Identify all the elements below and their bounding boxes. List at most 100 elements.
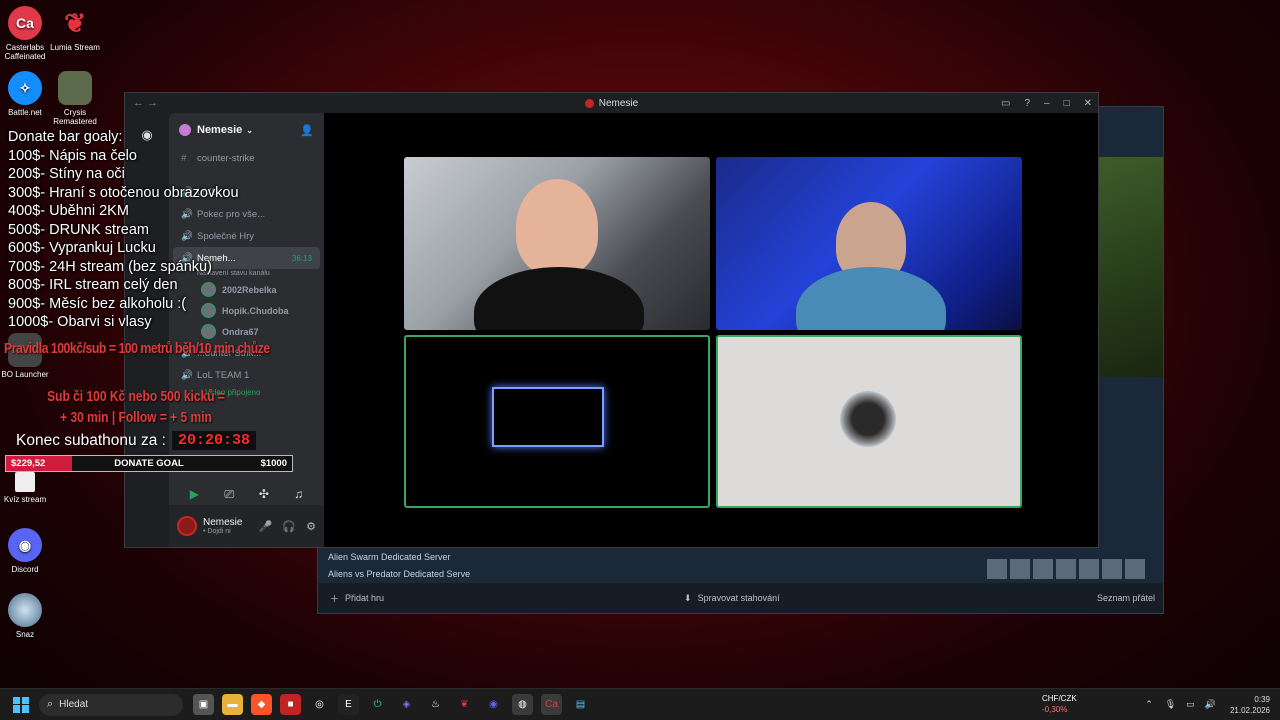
avatar[interactable] [1033,559,1053,579]
microphone-icon[interactable]: 🎤 [259,520,273,533]
discord-icon[interactable]: ◉ [483,694,504,715]
clock-date: 21.02.2026 [1229,705,1270,715]
brave-icon[interactable]: ◆ [251,694,272,715]
steam-game-art [1099,157,1163,377]
epic-icon[interactable]: E [338,694,359,715]
stock-widget[interactable]: CHF/CZK -0,30% [1042,693,1077,715]
avatar[interactable] [987,559,1007,579]
overlay-rules: Pravidla 100kč/sub = 100 metrů běh/10 mi… [4,340,270,357]
microphone-icon[interactable]: 🎙 [1165,699,1176,710]
desktop-icon-label: Discord [11,565,39,574]
battlenet-icon: ✧ [8,71,42,105]
avatar[interactable] [1079,559,1099,579]
subathon-countdown: Konec subathonu za : 20:20:38 [16,431,256,450]
donate-goals-overlay: Donate bar goaly: 100$- Nápis na čelo 20… [8,128,239,332]
avatar[interactable] [1102,559,1122,579]
desktop-icon-kviz[interactable]: Kvíz stream [0,472,55,504]
inbox-icon[interactable]: ▭ [1001,98,1010,109]
desktop-icon-label: Lumia Stream [50,43,100,52]
obs-icon[interactable]: ◍ [512,694,533,715]
video-tile[interactable] [716,335,1022,508]
clock[interactable]: 0:39 21.02.2026 [1230,694,1270,716]
lumia-icon: ❦ [64,7,86,38]
download-icon: ⬇ [684,592,692,603]
channel-lol-team[interactable]: 🔊 LoL TEAM 1 [169,364,324,386]
casterlabs-icon: Ca [8,6,42,40]
sub-rule-line: + 30 min | Follow = + 5 min [60,409,212,426]
gear-icon[interactable]: ⚙ [306,520,316,533]
avatar[interactable] [1010,559,1030,579]
manage-downloads-button[interactable]: Spravovat stahování [698,593,780,603]
app-icon[interactable]: ◈ [396,694,417,715]
desktop-icon-discord[interactable]: ◉ Discord [0,528,55,574]
participant-video [516,179,598,275]
goal-item: 600$- Vyprankuj Lucku [8,240,156,256]
discord-titlebar: ← → Nemesie ▭ ? – □ ✕ [125,93,1098,113]
volume-icon[interactable]: 🔊 [1205,699,1216,710]
goal-item: 500$- DRUNK stream [8,221,150,238]
avatar[interactable] [1056,559,1076,579]
camera-icon[interactable]: ▶ [180,483,208,505]
maximize-icon[interactable]: □ [1064,98,1070,109]
avatar[interactable] [1125,559,1145,579]
power-icon[interactable]: ⏻ [367,694,388,715]
headphones-icon[interactable]: 🎧 [282,520,296,533]
activities-icon[interactable]: ✣ [250,483,278,505]
goal-item: 900$- Měsíc bez alkoholu :( [8,295,187,312]
steam-icon[interactable]: ♨ [425,694,446,715]
app-icon[interactable]: ■ [280,694,301,715]
avatar[interactable] [177,516,197,536]
steam-game-list: Alien Swarm Dedicated Server Aliens vs P… [328,549,498,583]
add-member-icon[interactable]: 👤 [300,124,314,137]
video-tile[interactable] [404,335,710,508]
ticker-pair: CHF/CZK [1042,694,1077,703]
server-avatar-icon [584,98,594,108]
taskbar-search[interactable]: ⌕ Hledat [39,693,183,716]
file-explorer-icon[interactable]: ▬ [222,694,243,715]
back-forward-icon[interactable]: ← → [133,97,158,109]
minimize-icon[interactable]: – [1044,98,1050,109]
ticker-change: -0,30% [1042,705,1068,714]
screenshare-icon[interactable]: ⎚ [215,483,243,505]
goal-item: 400$- Uběhni 2KM [8,203,129,219]
notepad-icon[interactable]: ▤ [570,694,591,715]
participant-video-body [796,267,946,330]
network-icon[interactable]: ▭ [1186,699,1195,710]
friends-list-button[interactable]: Seznam přátel [1097,593,1155,603]
desktop-icon-label: Snaz [15,630,35,639]
participant-video-body [474,267,644,330]
clock-time: 0:39 [1254,694,1270,704]
lumia-icon[interactable]: ❦ [454,694,475,715]
goal-item: 300$- Hraní s otočenou obrazovkou [8,184,239,201]
goal-item: 800$- IRL stream celý den [8,277,178,293]
list-item[interactable]: Aliens vs Predator Dedicated Serve [328,566,498,583]
windows-start-icon[interactable] [13,696,29,713]
chrome-icon[interactable]: ◎ [309,694,330,715]
video-stage [324,113,1098,547]
countdown-label: Konec subathonu za : [16,431,166,449]
soundboard-icon[interactable]: ♫ [285,483,313,505]
chevron-up-icon[interactable]: ⌃ [1145,699,1153,710]
goal-item: 200$- Stíny na oči [8,166,125,182]
file-icon [15,472,35,492]
task-view-icon[interactable]: ▣ [193,694,214,715]
user-panel: Nemesie • Dojdi ni 🎤 🎧 ⚙ [169,505,324,547]
close-icon[interactable]: ✕ [1084,98,1092,109]
list-item[interactable]: Alien Swarm Dedicated Server [328,549,498,566]
desktop-icon-lumia[interactable]: ❦ Lumia Stream [45,6,105,53]
video-tile[interactable] [404,157,710,330]
video-tile[interactable] [716,157,1022,330]
discord-icon: ◉ [8,528,42,562]
avatar [840,391,896,447]
crysis-icon [58,71,92,105]
steam-bottom-bar: ＋ Přidat hru ⬇ Spravovat stahování Sezna… [318,583,1163,613]
help-icon[interactable]: ? [1024,98,1030,109]
countdown-timer: 20:20:38 [171,431,256,450]
discord-window[interactable]: ← → Nemesie ▭ ? – □ ✕ ◉ Nemesie ⌄ 👤 # cou… [124,92,1099,548]
casterlabs-icon[interactable]: Ca [541,694,562,715]
channel-label: LoL TEAM 1 [197,369,250,381]
desktop-icon-crysis[interactable]: Crysis Remastered [45,71,105,126]
add-game-button[interactable]: Přidat hru [345,593,384,603]
search-icon: ⌕ [47,698,54,710]
desktop-icon-snaz[interactable]: Snaz [0,593,55,639]
